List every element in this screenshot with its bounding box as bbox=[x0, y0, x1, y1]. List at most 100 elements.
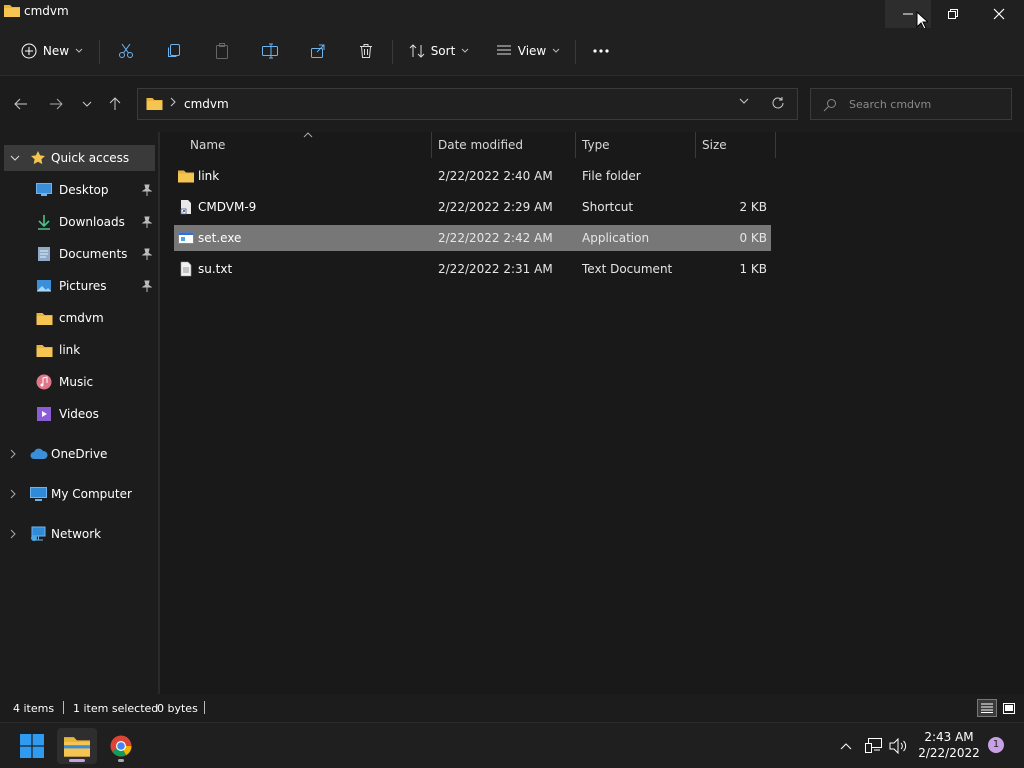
new-button[interactable]: New bbox=[18, 38, 86, 64]
sidebar-item-label: OneDrive bbox=[51, 447, 108, 461]
sidebar-item-my-computer[interactable]: My Computer bbox=[4, 481, 155, 507]
plus-circle-icon bbox=[21, 43, 37, 59]
sidebar-item-downloads[interactable]: Downloads bbox=[36, 209, 156, 235]
view-list-icon bbox=[496, 45, 511, 55]
rename-icon bbox=[262, 43, 278, 59]
chevron-right-icon[interactable] bbox=[10, 449, 16, 459]
search-input[interactable] bbox=[849, 96, 1004, 112]
view-button[interactable]: View bbox=[494, 38, 562, 64]
paste-button[interactable] bbox=[210, 38, 234, 64]
file-row-link[interactable]: link 2/22/2022 2:40 AM File folder bbox=[174, 163, 771, 189]
active-indicator bbox=[69, 759, 85, 762]
sidebar-item-desktop[interactable]: Desktop bbox=[36, 177, 156, 203]
taskbar-file-explorer[interactable] bbox=[57, 728, 97, 764]
chevron-down-icon[interactable] bbox=[10, 155, 20, 161]
column-divider[interactable] bbox=[695, 132, 696, 158]
address-bar[interactable]: cmdvm bbox=[137, 88, 798, 120]
large-icons-view-button[interactable] bbox=[999, 699, 1019, 717]
back-button[interactable] bbox=[10, 93, 32, 115]
chevron-down-icon bbox=[552, 48, 560, 53]
chevron-right-icon[interactable] bbox=[10, 489, 16, 499]
clock[interactable]: 2:43 AM 2/22/2022 bbox=[916, 729, 982, 761]
file-row-cmdvm-9[interactable]: CMDVM-9 2/22/2022 2:29 AM Shortcut 2 KB bbox=[174, 194, 771, 220]
column-header-date[interactable]: Date modified bbox=[438, 132, 576, 158]
sidebar-item-pictures[interactable]: Pictures bbox=[36, 273, 156, 299]
scissors-icon bbox=[119, 43, 133, 58]
file-list: Name Date modified Type Size link 2/22/2… bbox=[160, 132, 1024, 694]
share-button[interactable] bbox=[306, 38, 330, 64]
column-divider[interactable] bbox=[575, 132, 576, 158]
pictures-icon bbox=[37, 280, 51, 292]
item-count: 4 items bbox=[13, 702, 55, 715]
forward-button[interactable] bbox=[45, 93, 67, 115]
copy-button[interactable] bbox=[162, 38, 186, 64]
up-button[interactable] bbox=[104, 93, 126, 115]
column-header-name[interactable]: Name bbox=[190, 132, 430, 158]
start-button[interactable] bbox=[12, 728, 52, 764]
sidebar-item-link[interactable]: link bbox=[36, 337, 156, 363]
delete-button[interactable] bbox=[354, 38, 378, 64]
documents-icon bbox=[38, 247, 50, 261]
address-path[interactable]: cmdvm bbox=[184, 97, 229, 111]
shortcut-icon bbox=[180, 200, 191, 215]
chevron-down-icon bbox=[461, 48, 469, 53]
chevron-right-icon[interactable] bbox=[10, 529, 16, 539]
search-box[interactable] bbox=[810, 88, 1012, 120]
command-bar: New Sort View bbox=[0, 28, 1024, 76]
tiles-view-icon bbox=[1003, 702, 1015, 714]
file-date: 2/22/2022 2:31 AM bbox=[438, 262, 553, 276]
sidebar-item-label: Pictures bbox=[59, 279, 107, 293]
file-date: 2/22/2022 2:40 AM bbox=[438, 169, 553, 183]
file-row-set-exe[interactable]: set.exe 2/22/2022 2:42 AM Application 0 … bbox=[174, 225, 771, 251]
taskbar-chrome[interactable] bbox=[101, 728, 141, 764]
sidebar-item-cmdvm[interactable]: cmdvm bbox=[36, 305, 156, 331]
videos-icon bbox=[37, 407, 51, 421]
sidebar-item-onedrive[interactable]: OneDrive bbox=[4, 441, 155, 467]
sidebar-item-quick-access[interactable]: Quick access bbox=[4, 145, 155, 171]
details-view-icon bbox=[981, 703, 993, 713]
column-header-size[interactable]: Size bbox=[702, 132, 774, 158]
close-button[interactable] bbox=[976, 0, 1022, 28]
recent-locations-button[interactable] bbox=[76, 93, 98, 115]
pin-icon[interactable] bbox=[142, 216, 152, 228]
file-row-su-txt[interactable]: su.txt 2/22/2022 2:31 AM Text Document 1… bbox=[174, 256, 771, 282]
title-bar: cmdvm bbox=[0, 0, 1024, 30]
chevron-right-icon bbox=[170, 97, 176, 107]
sidebar-item-network[interactable]: Network bbox=[4, 521, 155, 547]
column-divider[interactable] bbox=[431, 132, 432, 158]
file-date: 2/22/2022 2:29 AM bbox=[438, 200, 553, 214]
refresh-icon[interactable] bbox=[771, 96, 785, 110]
window-title: cmdvm bbox=[24, 4, 69, 18]
more-icon bbox=[593, 49, 609, 53]
star-icon bbox=[31, 151, 45, 165]
cut-button[interactable] bbox=[114, 38, 138, 64]
file-type: File folder bbox=[582, 169, 641, 183]
sort-label: Sort bbox=[430, 44, 456, 58]
folder-icon bbox=[36, 312, 53, 325]
pin-icon[interactable] bbox=[142, 248, 152, 260]
file-name: CMDVM-9 bbox=[198, 200, 257, 214]
restore-button[interactable] bbox=[930, 0, 976, 28]
pin-icon[interactable] bbox=[142, 280, 152, 292]
column-header-type[interactable]: Type bbox=[582, 132, 694, 158]
minimize-icon bbox=[903, 13, 913, 15]
arrow-left-icon bbox=[14, 98, 27, 110]
notification-badge[interactable]: 1 bbox=[988, 737, 1004, 753]
chevron-up-icon bbox=[840, 743, 852, 750]
pin-icon[interactable] bbox=[142, 184, 152, 196]
sidebar-item-label: Network bbox=[51, 527, 102, 541]
sidebar-item-label: Quick access bbox=[51, 151, 130, 165]
column-divider[interactable] bbox=[775, 132, 776, 158]
more-options-button[interactable] bbox=[589, 38, 613, 64]
rename-button[interactable] bbox=[258, 38, 282, 64]
show-hidden-icons-button[interactable] bbox=[832, 728, 860, 764]
sidebar-item-music[interactable]: Music bbox=[36, 369, 156, 395]
sidebar-item-label: link bbox=[59, 343, 81, 357]
volume-button[interactable] bbox=[884, 728, 912, 764]
details-view-button[interactable] bbox=[977, 699, 997, 717]
chevron-down-icon[interactable] bbox=[739, 98, 749, 104]
chrome-icon bbox=[110, 735, 132, 757]
sidebar-item-documents[interactable]: Documents bbox=[36, 241, 156, 267]
sort-button[interactable]: Sort bbox=[406, 38, 472, 64]
sidebar-item-videos[interactable]: Videos bbox=[36, 401, 156, 427]
